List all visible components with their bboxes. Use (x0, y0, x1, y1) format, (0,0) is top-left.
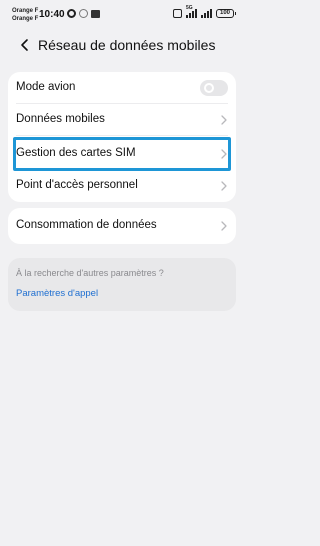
settings-card-main: Mode avion Données mobiles Gestion des c… (8, 72, 236, 202)
mode-avion-toggle[interactable] (200, 80, 228, 96)
circle-notification-icon (79, 9, 88, 18)
other-settings-card: À la recherche d'autres paramètres ? Par… (8, 258, 236, 311)
screen: Orange F Orange F 10:40 5G 100 Réseau de… (0, 0, 244, 546)
gestion-sim-label: Gestion des cartes SIM (16, 147, 136, 159)
row-donnees-mobiles[interactable]: Données mobiles (8, 104, 236, 136)
nfc-icon (173, 9, 182, 18)
row-gestion-sim[interactable]: Gestion des cartes SIM (8, 138, 236, 170)
carrier-2: Orange F (12, 16, 39, 22)
donnees-mobiles-label: Données mobiles (16, 113, 105, 125)
status-right-icons: 5G 100 (173, 5, 236, 18)
point-acces-label: Point d'accès personnel (16, 179, 138, 191)
header: Réseau de données mobiles (0, 30, 244, 64)
row-point-acces[interactable]: Point d'accès personnel (8, 170, 236, 202)
page-title: Réseau de données mobiles (38, 37, 216, 53)
signal-5g-icon: 5G (186, 5, 197, 18)
battery-icon: 100 (216, 9, 236, 18)
chevron-right-icon (221, 221, 227, 231)
other-settings-hint: À la recherche d'autres paramètres ? (16, 268, 164, 278)
settings-card-consommation: Consommation de données (8, 208, 236, 244)
chevron-right-icon (221, 149, 227, 159)
status-left-icons (67, 9, 100, 18)
chevron-right-icon (221, 115, 227, 125)
mode-avion-label: Mode avion (16, 81, 76, 93)
status-time: 10:40 (39, 9, 65, 20)
row-consommation[interactable]: Consommation de données (8, 210, 236, 242)
carrier-1: Orange F (12, 8, 39, 14)
gear-icon (67, 9, 76, 18)
divider (16, 135, 228, 136)
network-type-label: 5G (186, 5, 193, 11)
consommation-label: Consommation de données (16, 219, 157, 231)
chevron-right-icon (221, 181, 227, 191)
call-settings-link[interactable]: Paramètres d'appel (16, 288, 98, 299)
signal-icon (201, 9, 212, 18)
row-mode-avion[interactable]: Mode avion (8, 72, 236, 104)
back-icon[interactable] (18, 38, 32, 52)
image-notification-icon (91, 9, 100, 18)
toggle-knob (204, 83, 214, 93)
status-bar: Orange F Orange F 10:40 5G 100 (0, 0, 244, 30)
carrier-labels: Orange F Orange F (12, 7, 38, 23)
